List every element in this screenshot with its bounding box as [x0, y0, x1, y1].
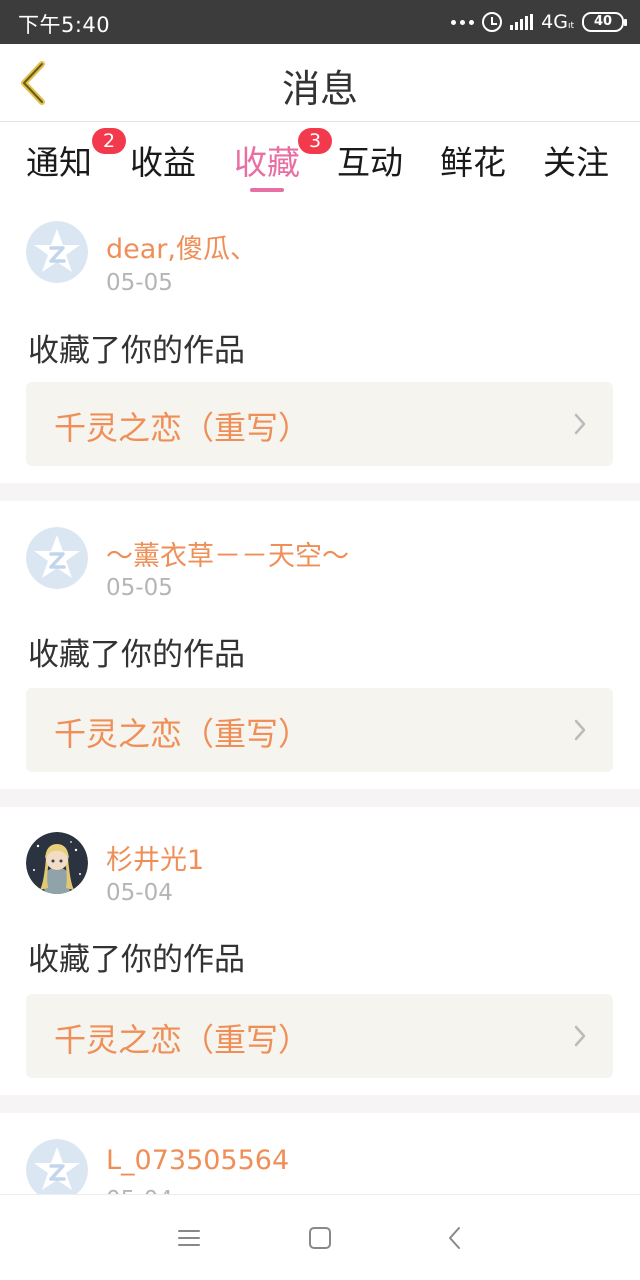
app-header: 消息 [0, 44, 640, 122]
action-text: 收藏了你的作品 [28, 637, 245, 673]
chevron-right-icon [574, 413, 586, 435]
tab-interaction[interactable]: 互动 [337, 136, 403, 184]
tab-income[interactable]: 收益 [130, 136, 196, 184]
default-avatar-icon[interactable] [26, 527, 88, 589]
page-title: 消息 [281, 67, 358, 111]
status-icons: 4Gıt 40 [451, 9, 627, 35]
tab-follow[interactable]: 关注 [543, 136, 609, 184]
alarm-icon [482, 12, 503, 32]
tab-notice[interactable]: 通知 2 [26, 128, 126, 184]
network-type: 4Gıt [541, 11, 574, 33]
action-text: 收藏了你的作品 [28, 942, 245, 978]
list-item: L_073505564 05-04 [0, 1113, 640, 1194]
divider [0, 789, 640, 807]
list-item: ～薰衣草－－天空～ 05-05 收藏了你的作品 千灵之恋（重写） [0, 501, 640, 789]
unread-badge: 3 [298, 128, 332, 154]
tab-bar: 通知 2 收益 收藏 3 互动 鲜花 关注 [0, 122, 640, 198]
divider [0, 1095, 640, 1113]
user-name[interactable]: ～薰衣草－－天空～ [106, 534, 349, 573]
chevron-right-icon [574, 1025, 586, 1047]
active-tab-indicator [250, 188, 284, 192]
battery-icon: 40 [582, 12, 627, 32]
work-title: 千灵之恋（重写） [54, 715, 311, 753]
status-bar: 下午5:40 4Gıt 40 [0, 0, 640, 44]
user-name[interactable]: L_073505564 [106, 1145, 289, 1176]
system-nav-bar [0, 1194, 640, 1280]
default-avatar-icon[interactable] [26, 1139, 88, 1194]
item-date: 05-05 [106, 575, 173, 601]
work-link[interactable]: 千灵之恋（重写） [26, 382, 613, 466]
tab-favorites[interactable]: 收藏 3 [234, 128, 332, 192]
list-item: 杉井光1 05-04 收藏了你的作品 千灵之恋（重写） [0, 807, 640, 1095]
user-name[interactable]: 杉井光1 [106, 838, 204, 877]
chevron-right-icon [574, 719, 586, 741]
item-date: 05-04 [106, 1187, 173, 1194]
item-date: 05-05 [106, 270, 173, 296]
unread-badge: 2 [92, 128, 126, 154]
status-time: 下午5:40 [18, 13, 111, 37]
user-photo-avatar[interactable] [26, 832, 88, 894]
divider [0, 483, 640, 501]
more-dots-icon [451, 19, 475, 25]
menu-icon[interactable] [174, 1223, 204, 1253]
item-date: 05-04 [106, 880, 173, 906]
back-triangle-icon[interactable] [440, 1223, 470, 1253]
signal-icon [510, 14, 534, 30]
home-square-icon[interactable] [305, 1223, 335, 1253]
user-name[interactable]: dear,傻瓜、 [106, 227, 257, 266]
tab-flowers[interactable]: 鲜花 [440, 136, 506, 184]
work-title: 千灵之恋（重写） [54, 409, 311, 447]
work-link[interactable]: 千灵之恋（重写） [26, 994, 613, 1078]
action-text: 收藏了你的作品 [28, 333, 245, 369]
list-item: dear,傻瓜、 05-05 收藏了你的作品 千灵之恋（重写） [0, 198, 640, 483]
work-title: 千灵之恋（重写） [54, 1021, 311, 1059]
default-avatar-icon[interactable] [26, 221, 88, 283]
work-link[interactable]: 千灵之恋（重写） [26, 688, 613, 772]
